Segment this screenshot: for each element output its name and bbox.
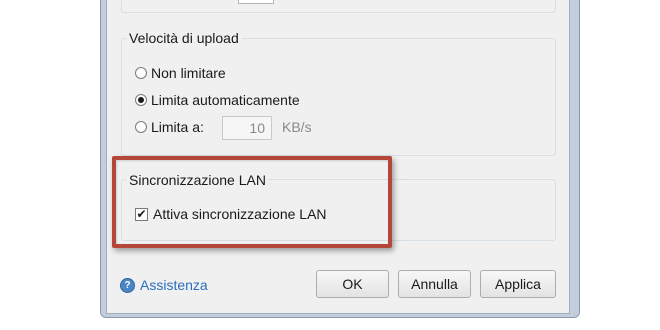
lan-sync-checkbox-row[interactable]: ✔ Attiva sincronizzazione LAN bbox=[135, 206, 327, 222]
radio-limit-to-button[interactable] bbox=[135, 121, 147, 133]
lan-sync-checkbox[interactable]: ✔ bbox=[135, 207, 148, 221]
radio-auto-limit-label: Limita automaticamente bbox=[151, 92, 300, 108]
radio-limit-to-label: Limita a: bbox=[151, 119, 204, 135]
radio-auto-limit[interactable]: Limita automaticamente bbox=[135, 92, 300, 108]
help-link-label[interactable]: Assistenza bbox=[140, 277, 208, 293]
cancel-button[interactable]: Annulla bbox=[398, 270, 471, 298]
apply-button[interactable]: Applica bbox=[480, 270, 556, 298]
radio-no-limit-label: Non limitare bbox=[151, 65, 226, 81]
previous-group-box bbox=[121, 0, 556, 13]
lan-sync-checkbox-label: Attiva sincronizzazione LAN bbox=[153, 206, 327, 222]
radio-no-limit-button[interactable] bbox=[135, 67, 147, 79]
radio-limit-to[interactable]: Limita a: bbox=[135, 119, 204, 135]
lan-sync-legend: Sincronizzazione LAN bbox=[126, 172, 269, 188]
upload-limit-input[interactable]: 10 bbox=[222, 116, 272, 140]
upload-limit-unit: KB/s bbox=[282, 119, 312, 135]
upload-speed-legend: Velocità di upload bbox=[126, 30, 242, 46]
help-icon: ? bbox=[120, 277, 135, 293]
help-link[interactable]: ? Assistenza bbox=[120, 277, 208, 293]
previous-group-control bbox=[238, 0, 274, 4]
radio-auto-limit-button[interactable] bbox=[135, 94, 147, 106]
ok-button[interactable]: OK bbox=[316, 270, 389, 298]
radio-no-limit[interactable]: Non limitare bbox=[135, 65, 226, 81]
